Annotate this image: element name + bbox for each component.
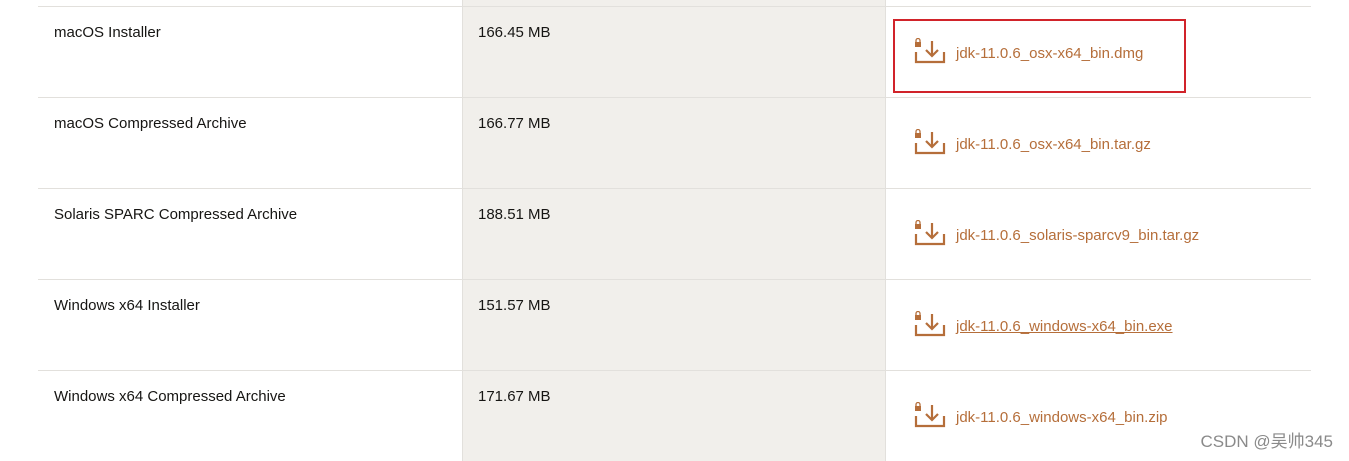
- download-filename[interactable]: jdk-11.0.6_osx-x64_bin.dmg: [956, 45, 1143, 62]
- download-filename[interactable]: jdk-11.0.6_windows-x64_bin.exe: [956, 318, 1173, 335]
- download-icon: [914, 220, 946, 246]
- download-icon: [914, 402, 946, 428]
- download-page: macOS Installer 166.45 MB jdk-11.0.6_osx…: [0, 0, 1349, 461]
- download-filename[interactable]: jdk-11.0.6_solaris-sparcv9_bin.tar.gz: [956, 227, 1199, 244]
- file-size: 188.51 MB: [478, 206, 551, 223]
- download-filename[interactable]: jdk-11.0.6_windows-x64_bin.zip: [956, 409, 1168, 426]
- watermark: CSDN @吴帅345: [1200, 432, 1333, 451]
- download-filename[interactable]: jdk-11.0.6_osx-x64_bin.tar.gz: [956, 136, 1151, 153]
- download-link[interactable]: jdk-11.0.6_osx-x64_bin.tar.gz: [914, 128, 1151, 160]
- table-row: Windows x64 Installer 151.57 MB jdk-11.0…: [38, 280, 1311, 371]
- table-row: Windows x64 Compressed Archive 171.67 MB…: [38, 371, 1311, 461]
- downloads-table: macOS Installer 166.45 MB jdk-11.0.6_osx…: [38, 0, 1311, 461]
- download-link[interactable]: jdk-11.0.6_osx-x64_bin.dmg: [914, 37, 1143, 69]
- product-name: macOS Installer: [54, 24, 161, 41]
- product-name: Solaris SPARC Compressed Archive: [54, 206, 298, 223]
- file-size: 151.57 MB: [478, 297, 551, 314]
- download-icon: [914, 129, 946, 155]
- product-name: Windows x64 Compressed Archive: [54, 388, 286, 405]
- download-icon: [914, 311, 946, 337]
- table-row: Solaris SPARC Compressed Archive 188.51 …: [38, 189, 1311, 280]
- product-name: macOS Compressed Archive: [54, 115, 247, 132]
- file-size: 166.77 MB: [478, 115, 551, 132]
- product-name: Windows x64 Installer: [54, 297, 200, 314]
- table-row: macOS Installer 166.45 MB jdk-11.0.6_osx…: [38, 7, 1311, 98]
- file-size: 171.67 MB: [478, 388, 551, 405]
- download-icon: [914, 38, 946, 64]
- download-link[interactable]: jdk-11.0.6_windows-x64_bin.zip: [914, 401, 1168, 433]
- file-size: 166.45 MB: [478, 24, 551, 41]
- download-link[interactable]: jdk-11.0.6_solaris-sparcv9_bin.tar.gz: [914, 219, 1199, 251]
- table-row: macOS Compressed Archive 166.77 MB jdk-1…: [38, 98, 1311, 189]
- download-link[interactable]: jdk-11.0.6_windows-x64_bin.exe: [914, 310, 1173, 342]
